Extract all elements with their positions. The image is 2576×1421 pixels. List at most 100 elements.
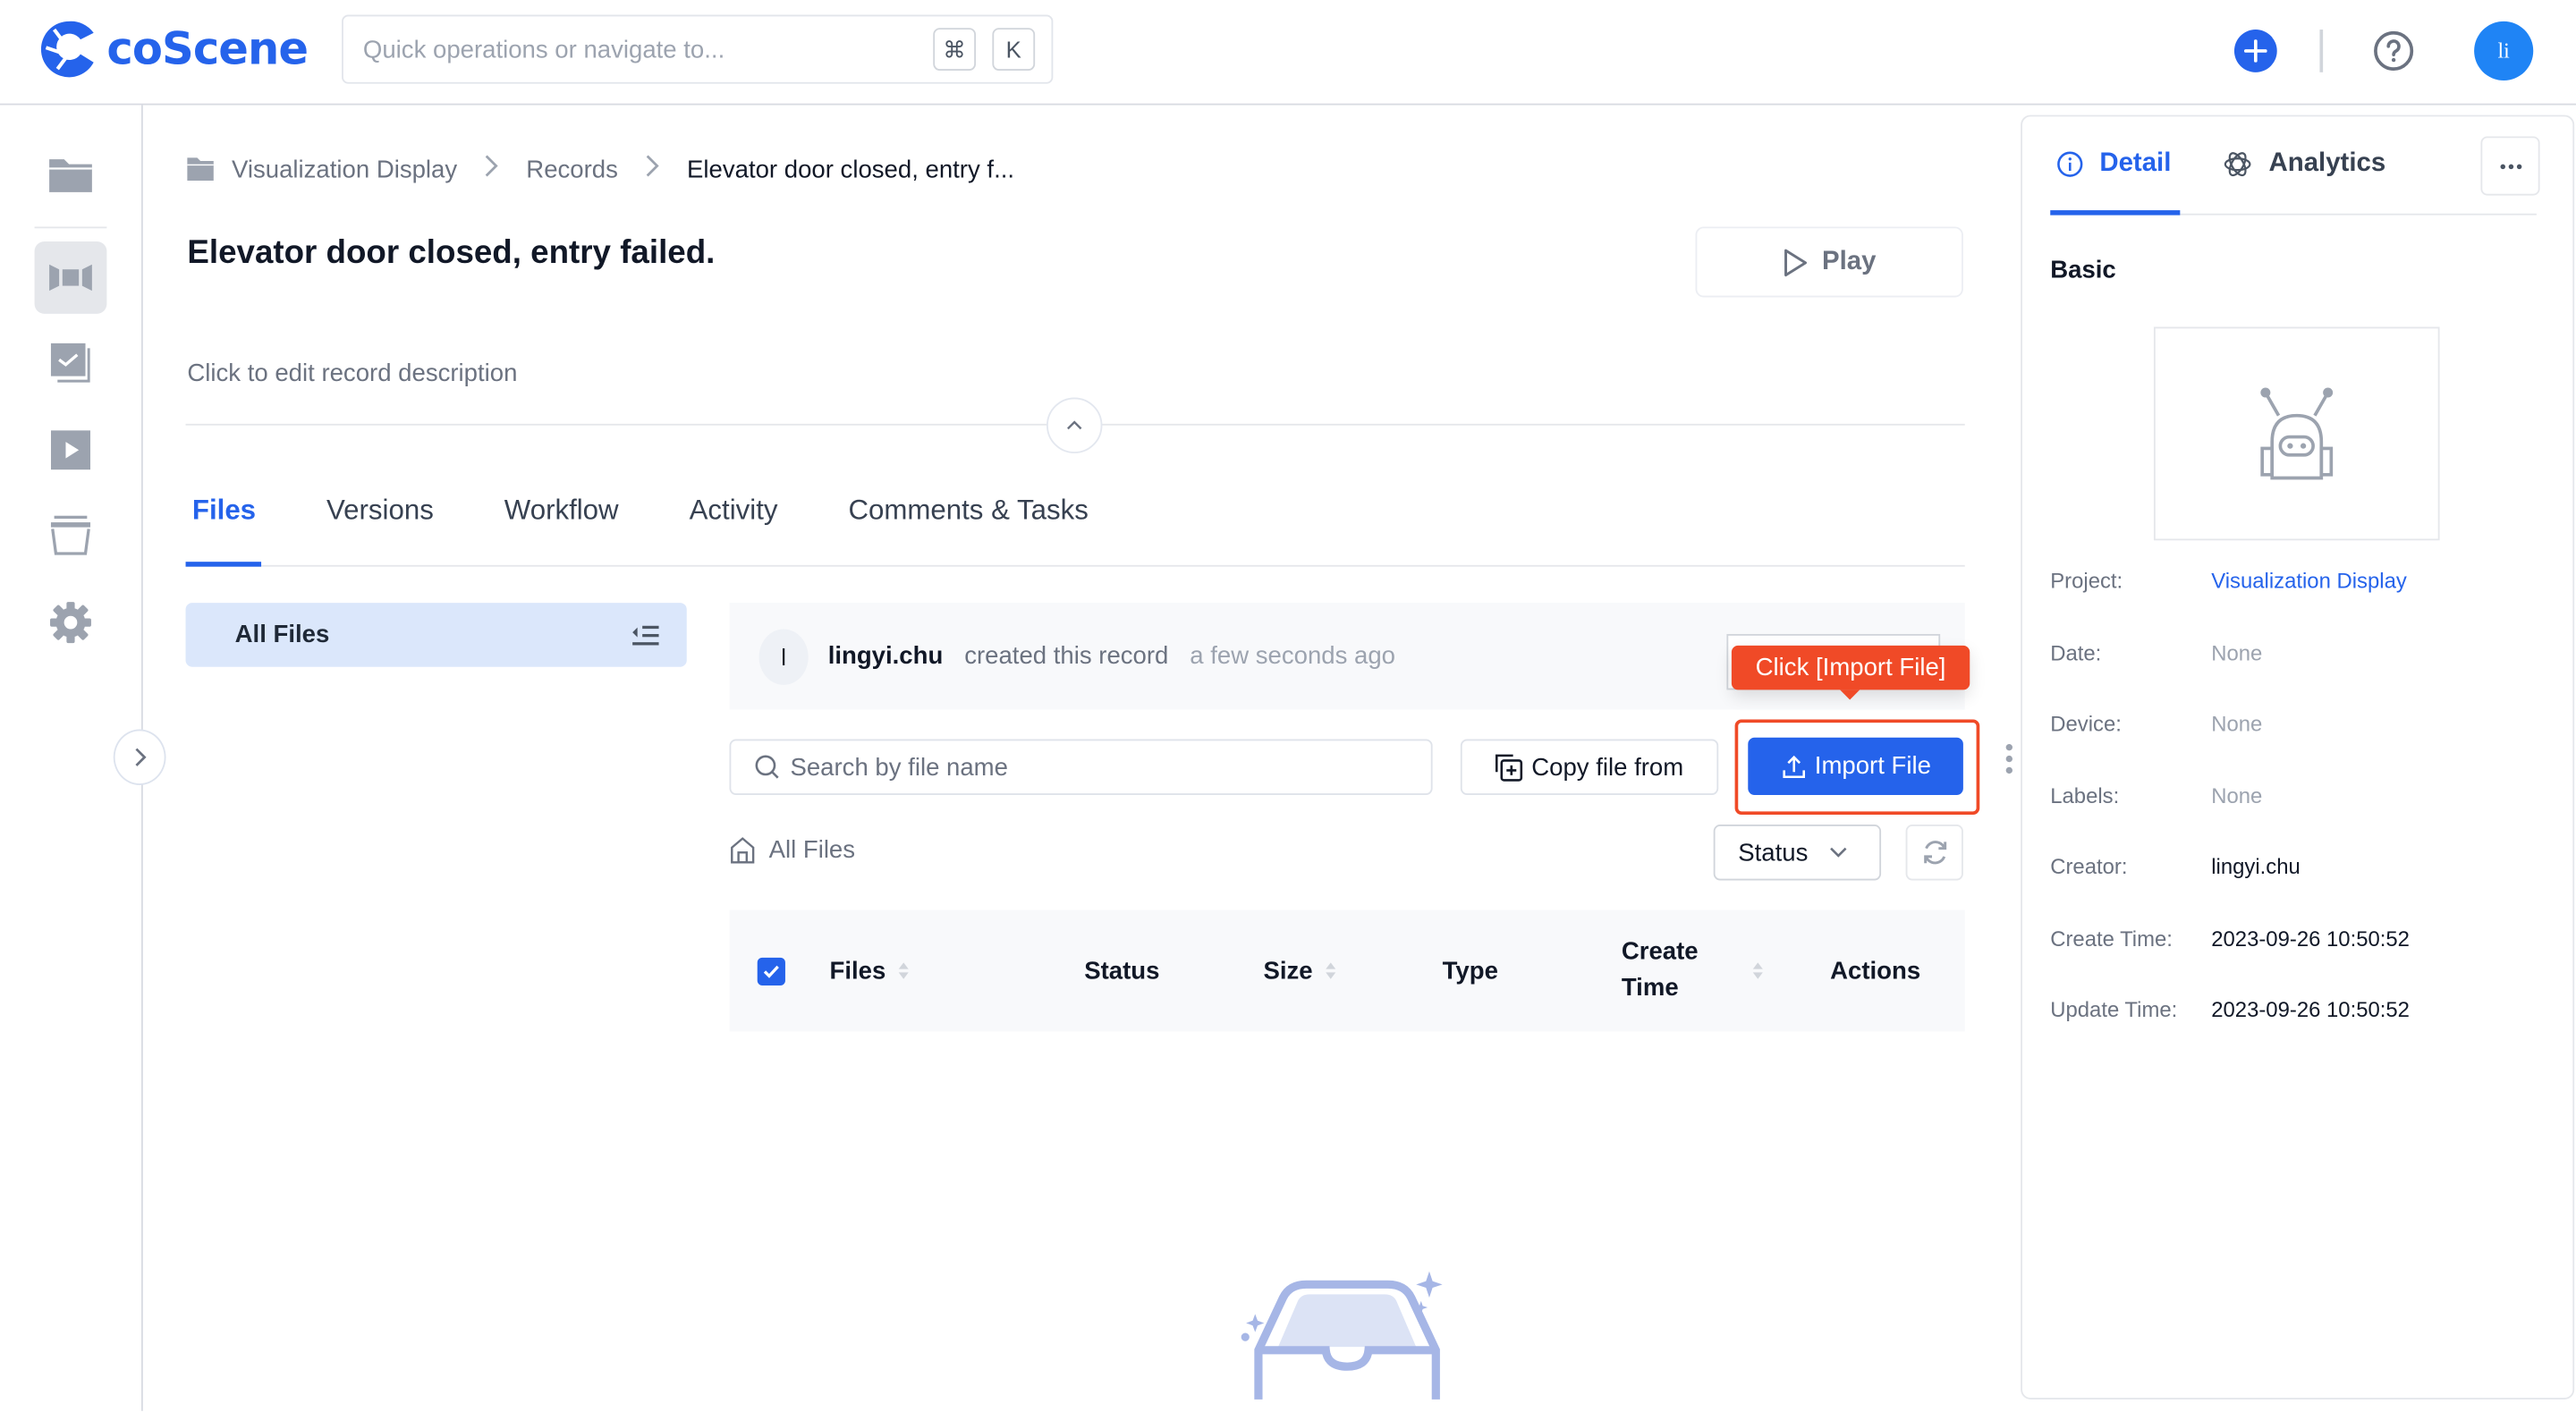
record-title[interactable]: Elevator door closed, entry failed. (187, 235, 715, 273)
panel-resize-handle[interactable] (2003, 744, 2016, 774)
logo-text: coScene (106, 23, 309, 75)
app-root: coScene Quick operations or navigate to.… (0, 0, 2576, 1411)
guide-tooltip: Click [Import File] (1731, 645, 1970, 700)
chevron-up-icon (1067, 420, 1082, 430)
tab-analytics-label: Analytics (2268, 149, 2386, 178)
empty-state-illustration (1233, 1265, 1462, 1420)
tab-detail-label: Detail (2099, 149, 2172, 178)
record-description[interactable]: Click to edit record description (187, 359, 517, 387)
detail-panel-tabs: Detail Analytics (2050, 140, 2537, 216)
chevron-right-icon (644, 153, 660, 186)
sort-icon (1752, 962, 1763, 979)
active-tab-indicator (2050, 210, 2181, 216)
tab-versions[interactable]: Versions (326, 486, 434, 565)
create-button[interactable] (2233, 30, 2277, 72)
tab-detail[interactable]: Detail (2057, 149, 2172, 179)
file-search-placeholder: Search by file name (790, 753, 1008, 782)
breadcrumb-project[interactable]: Visualization Display (232, 156, 457, 183)
logo[interactable]: coScene (40, 20, 309, 79)
status-filter-select[interactable]: Status (1713, 825, 1882, 881)
prop-key: Device: (2050, 711, 2122, 736)
prop-key: Update Time: (2050, 996, 2178, 1022)
sidebar-item-tasks[interactable] (35, 327, 107, 400)
robot-icon (2260, 387, 2334, 480)
column-size[interactable]: Size (1263, 910, 1336, 1032)
prop-key: Labels: (2050, 783, 2120, 808)
tab-analytics[interactable]: Analytics (2223, 149, 2385, 179)
detail-panel: Detail Analytics Basic Project: Visualiz… (2021, 114, 2575, 1400)
prop-key: Project: (2050, 568, 2123, 594)
tab-files[interactable]: Files (185, 486, 261, 567)
column-actions-label: Actions (1830, 956, 1921, 985)
prop-key: Creator: (2050, 854, 2128, 879)
more-options-button[interactable] (2480, 136, 2540, 196)
column-create-time[interactable]: Create Time (1622, 910, 1763, 1032)
check-icon (763, 965, 779, 978)
top-bar: coScene Quick operations or navigate to.… (0, 0, 2576, 106)
collapse-tree-icon[interactable] (631, 622, 660, 647)
more-horizontal-icon (2499, 163, 2521, 169)
copy-add-icon (1496, 753, 1523, 781)
column-type: Type (1443, 910, 1498, 1032)
sort-icon (899, 962, 910, 979)
file-path-root[interactable]: All Files (769, 836, 855, 864)
column-actions: Actions (1830, 910, 1920, 1032)
sidebar-item-projects[interactable] (35, 140, 107, 212)
sidebar-item-playback[interactable] (35, 414, 107, 486)
select-all-checkbox[interactable] (757, 957, 785, 986)
refresh-button[interactable] (1905, 825, 1963, 881)
prop-create-time: Create Time: 2023-09-26 10:50:52 (2050, 926, 2410, 952)
status-filter-value: Status (1738, 838, 1809, 867)
play-label: Play (1821, 247, 1877, 275)
divider (2319, 30, 2324, 72)
sidebar-item-records[interactable] (34, 241, 107, 314)
help-button[interactable] (2372, 30, 2415, 72)
tab-workflow[interactable]: Workflow (504, 486, 619, 565)
prop-key: Date: (2050, 640, 2102, 665)
project-link[interactable]: Visualization Display (2211, 569, 2407, 594)
date-value[interactable]: None (2211, 640, 2262, 665)
play-button[interactable]: Play (1695, 226, 1963, 298)
collapse-description-button[interactable] (1046, 397, 1103, 453)
labels-value[interactable]: None (2211, 783, 2262, 808)
file-path: All Files (730, 836, 855, 864)
record-tabs: Files Versions Workflow Activity Comment… (185, 486, 1965, 567)
activity-user[interactable]: lingyi.chu (828, 642, 944, 670)
copy-file-from-button[interactable]: Copy file from (1460, 739, 1719, 795)
expand-sidebar-button[interactable] (113, 729, 166, 785)
breadcrumb-records[interactable]: Records (526, 156, 618, 183)
column-files[interactable]: Files (830, 910, 910, 1032)
tab-comments-tasks[interactable]: Comments & Tasks (848, 486, 1088, 565)
record-thumbnail[interactable] (2153, 326, 2440, 541)
activity-action: created this record (964, 642, 1169, 671)
sidebar-item-archive[interactable] (35, 499, 107, 571)
shortcut-key-cmd: ⌘ (933, 28, 977, 71)
gear-icon (50, 602, 91, 644)
column-status-label: Status (1084, 956, 1160, 985)
refresh-icon (1923, 841, 1946, 865)
column-create-time-label: Create Time (1621, 937, 1699, 1002)
chevron-down-icon (1829, 847, 1846, 858)
prop-project: Project: Visualization Display (2050, 569, 2407, 594)
creator-value: lingyi.chu (2211, 854, 2301, 879)
device-value[interactable]: None (2211, 711, 2262, 736)
tab-activity[interactable]: Activity (690, 486, 778, 565)
archive-icon (50, 515, 91, 555)
play-outline-icon (1784, 248, 1808, 276)
sidebar-item-settings[interactable] (35, 587, 107, 659)
file-search-input[interactable]: Search by file name (729, 739, 1433, 795)
empty-inbox-icon (1241, 1271, 1443, 1400)
file-tree-all-files[interactable]: All Files (185, 603, 687, 667)
user-avatar[interactable]: li (2474, 21, 2534, 80)
section-title-basic: Basic (2050, 256, 2116, 284)
openai-icon (2224, 152, 2251, 177)
quick-search-input[interactable]: Quick operations or navigate to... ⌘ K (342, 14, 1054, 84)
copy-file-label: Copy file from (1531, 753, 1684, 782)
shortcut-key-k: K (992, 28, 1036, 71)
home-icon[interactable] (730, 836, 756, 864)
chevron-right-icon (135, 748, 147, 766)
prop-date: Date: None (2050, 640, 2262, 665)
sort-icon (1326, 962, 1336, 979)
chevron-right-icon (484, 153, 500, 186)
sidebar-separator (34, 226, 107, 229)
